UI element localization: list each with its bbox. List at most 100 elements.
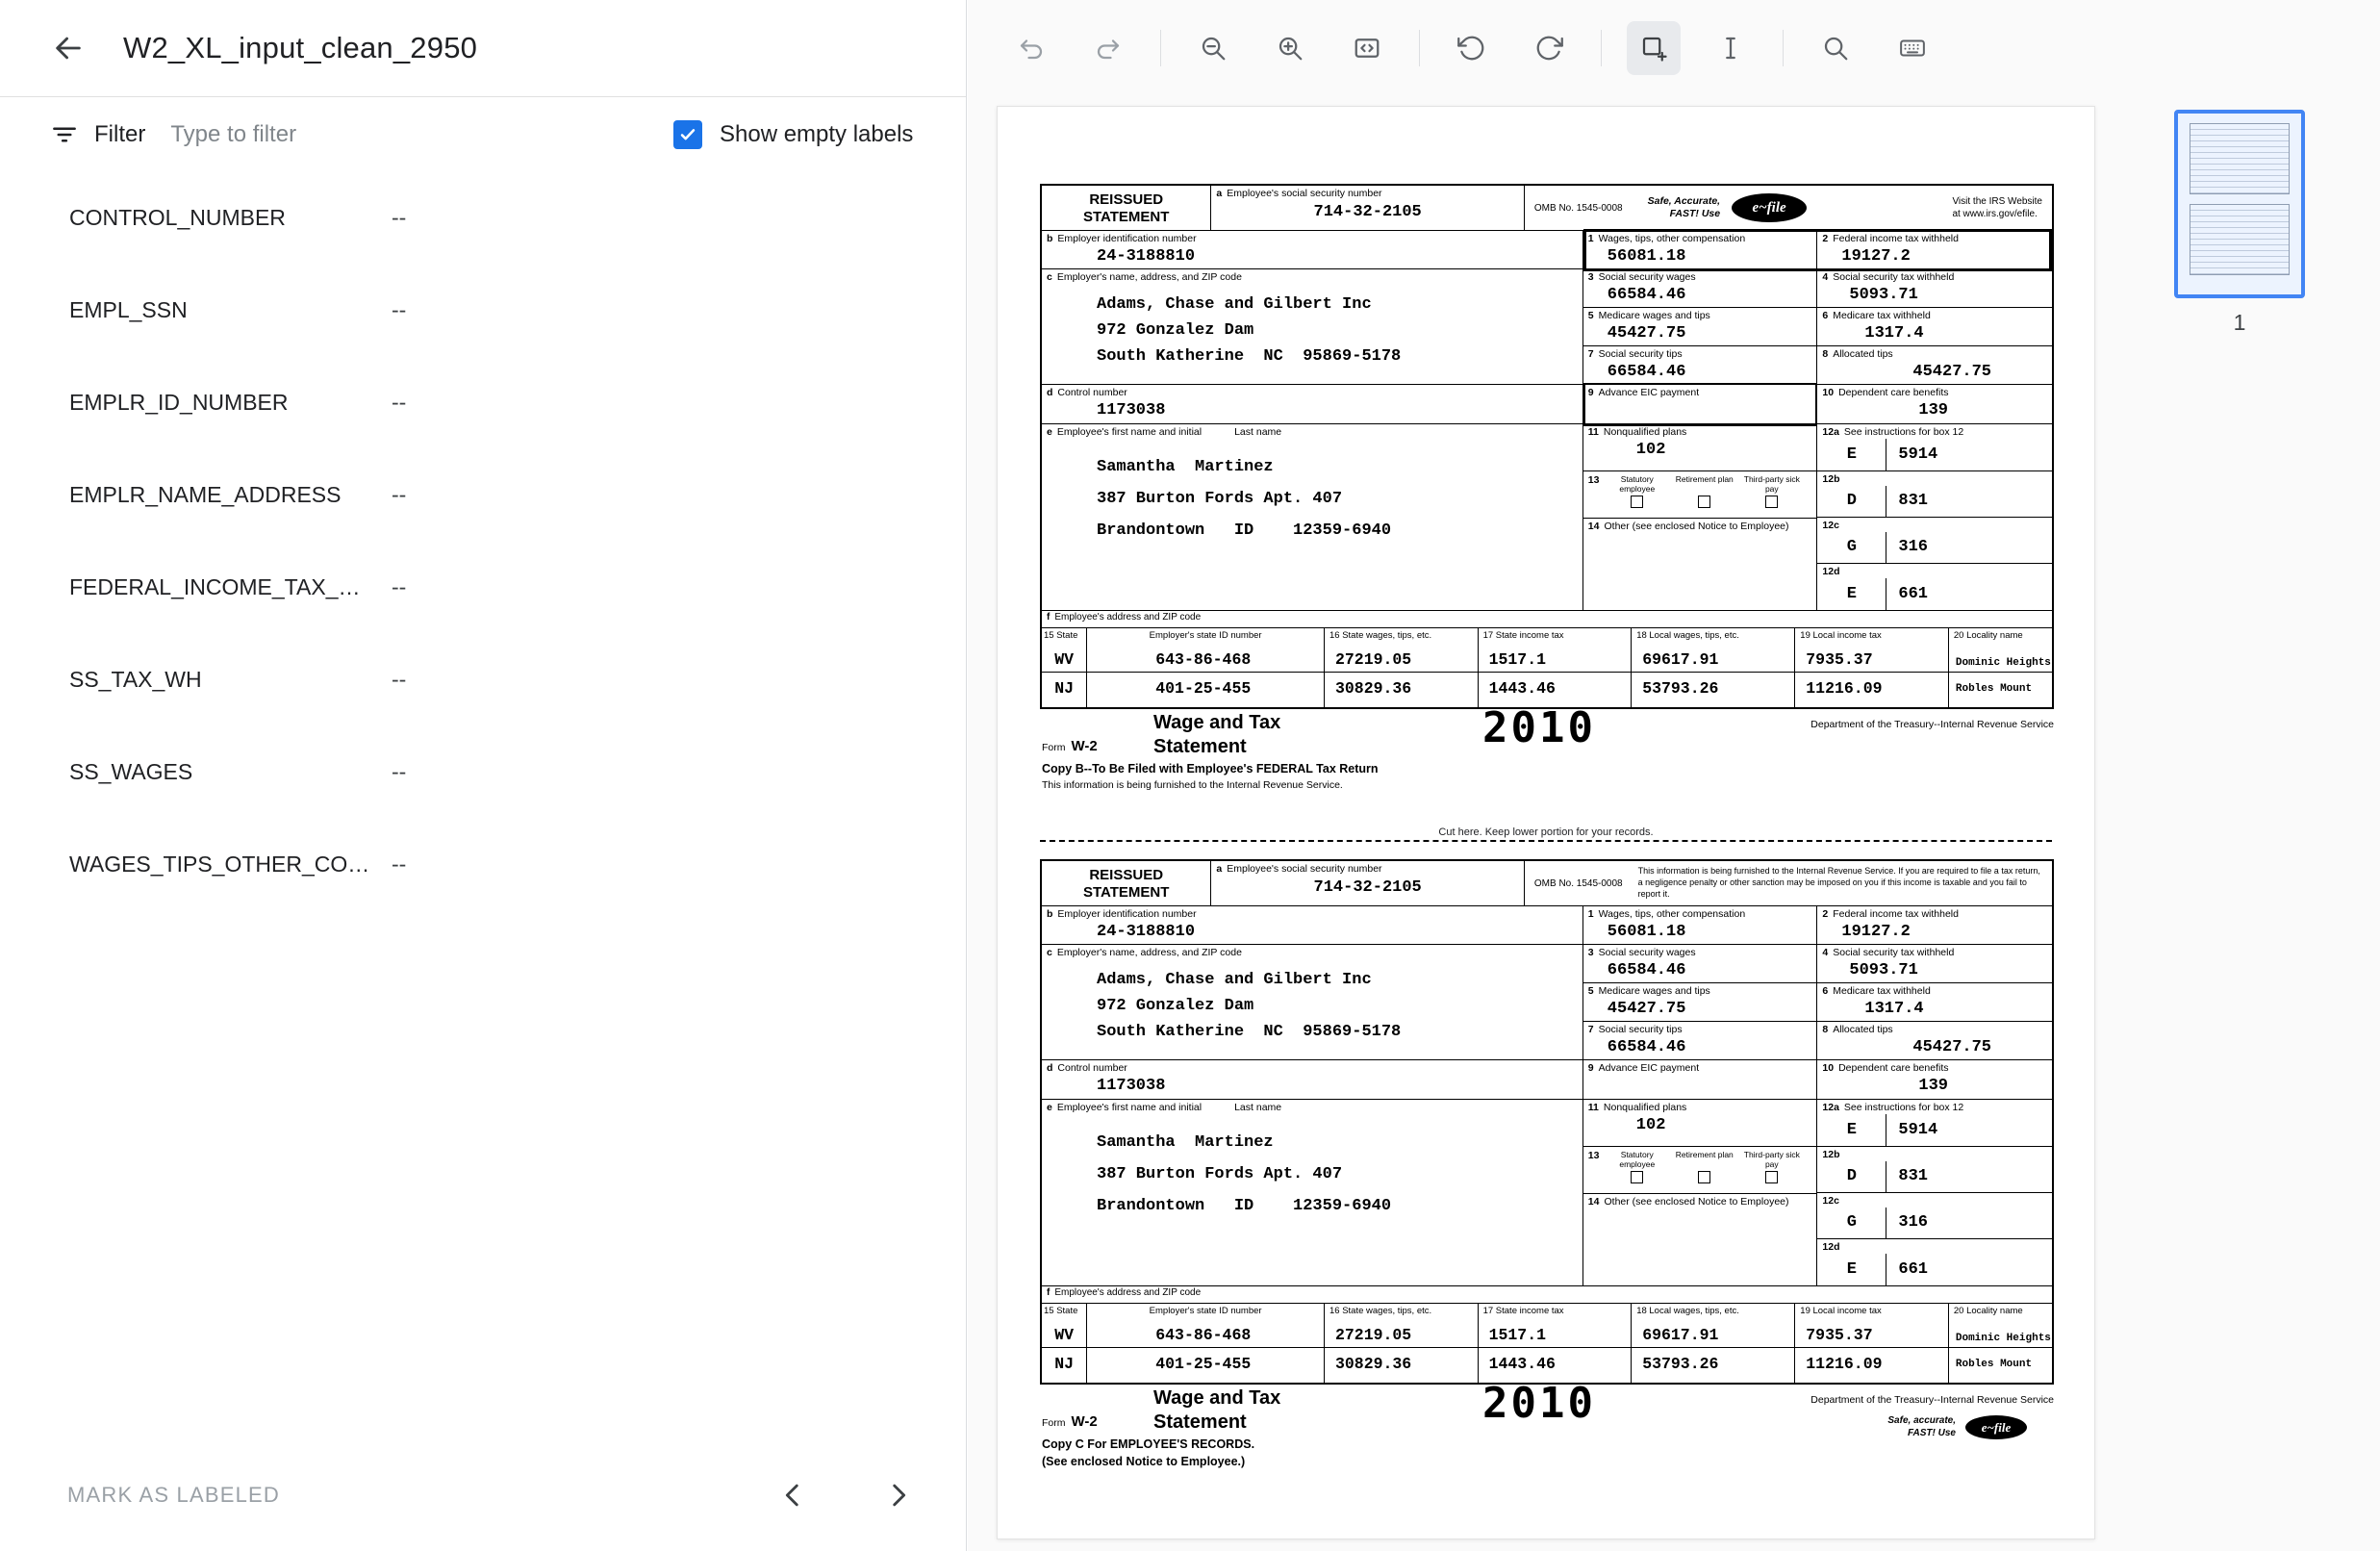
w2-box-13: 13 Statutory employee Retirement plan Th…	[1583, 1147, 1818, 1194]
w2-box-5: 5Medicare wages and tips 45427.75	[1583, 983, 1818, 1022]
w2-box-10: 10Dependent care benefits 139	[1817, 1060, 2052, 1100]
w2-box-17: 17 State income tax 1517.1	[1479, 1304, 1633, 1348]
w2-box-19: 19 Local income tax 7935.37	[1795, 628, 1949, 673]
box5-value: 45427.75	[1588, 324, 1812, 343]
label-list-item[interactable]: WAGES_TIPS_OTHER_CO… --	[0, 818, 966, 910]
add-bounding-box-button[interactable]	[1627, 21, 1681, 75]
w2-box-14: 14Other (see enclosed Notice to Employee…	[1583, 1194, 1818, 1286]
employee-name: Samantha Martinez	[1047, 1128, 1578, 1157]
label-list-item[interactable]: CONTROL_NUMBER --	[0, 171, 966, 264]
w2-box-11: 11Nonqualified plans 102	[1583, 424, 1818, 471]
show-empty-labels-toggle[interactable]: Show empty labels	[673, 120, 913, 149]
arrow-back-icon	[52, 32, 85, 64]
label-name: EMPL_SSN	[69, 297, 392, 323]
w2-box-12b: 12b D831	[1817, 471, 2052, 518]
tax-year: 2010	[1482, 703, 1596, 752]
zoom-in-button[interactable]	[1263, 21, 1317, 75]
w2-header-right: OMB No. 1545-0008 This information is be…	[1525, 861, 2052, 906]
w2-box-15-state-id: Employer's state ID number 643-86-468	[1087, 628, 1325, 673]
box12c-value: 316	[1886, 532, 1928, 563]
employee-city: Brandontown ID 12359-6940	[1047, 516, 1578, 546]
copy-note: This information is being furnished to t…	[1042, 779, 1343, 791]
retirement-plan-checkbox	[1698, 1171, 1710, 1183]
third-party-sick-pay-checkbox	[1765, 496, 1778, 508]
page-thumbnail-1[interactable]	[2174, 110, 2305, 298]
w2-box-8: 8Allocated tips 45427.75	[1817, 346, 2052, 385]
search-button[interactable]	[1809, 21, 1862, 75]
tax-year: 2010	[1482, 1379, 1596, 1428]
w2-box-1: 1Wages, tips, other compensation 56081.1…	[1583, 231, 1818, 269]
copy-designation: Copy C For EMPLOYEE'S RECORDS.	[1042, 1437, 1254, 1451]
w2-box-e-employee: eEmployee's first name and initial Last …	[1042, 1100, 1583, 1286]
filter-label: Filter	[94, 121, 145, 148]
w2-header-right: OMB No. 1545-0008 Safe, Accurate, FAST! …	[1525, 186, 2052, 231]
add-bounding-box-icon	[1639, 34, 1668, 63]
w2-box-20: 20 Locality name Dominic Heights	[1949, 628, 2052, 673]
control-number-value: 1173038	[1047, 1077, 1578, 1096]
mark-as-labeled-button[interactable]: MARK AS LABELED	[67, 1483, 280, 1508]
w2-box-12c: 12c G316	[1817, 518, 2052, 564]
keyboard-button[interactable]	[1886, 21, 1939, 75]
label-list-item[interactable]: EMPL_SSN --	[0, 264, 966, 356]
box11-value: 102	[1588, 1116, 1812, 1135]
label-list: CONTROL_NUMBER -- EMPL_SSN -- EMPLR_ID_N…	[0, 171, 966, 1439]
panel-footer: MARK AS LABELED	[0, 1439, 965, 1551]
w2-box-10: 10Dependent care benefits 139	[1817, 385, 2052, 424]
box6-value: 1317.4	[1822, 1000, 2047, 1019]
undo-button[interactable]	[1004, 21, 1058, 75]
document-canvas[interactable]: REISSUED STATEMENT aEmployee's social se…	[997, 106, 2095, 1539]
label-list-item[interactable]: EMPLR_ID_NUMBER --	[0, 356, 966, 448]
w2-box-b-ein: bEmployer identification number 24-31888…	[1042, 906, 1583, 945]
rotate-right-button[interactable]	[1522, 21, 1576, 75]
treasury-line: Department of the Treasury--Internal Rev…	[1810, 719, 2054, 730]
box3-value: 66584.46	[1588, 286, 1812, 305]
code-region-button[interactable]	[1340, 21, 1394, 75]
label-name: FEDERAL_INCOME_TAX_…	[69, 574, 392, 600]
redo-button[interactable]	[1081, 21, 1135, 75]
label-value: --	[392, 390, 406, 416]
labels-panel: W2_XL_input_clean_2950 Filter Show empty…	[0, 0, 967, 1551]
w2-footer: FormW-2 Wage and Tax Statement 2010 Depa…	[1040, 1385, 2054, 1477]
form-title: Wage and Tax Statement	[1153, 711, 1280, 759]
rotate-left-button[interactable]	[1445, 21, 1499, 75]
employer-name: Adams, Chase and Gilbert Inc	[1047, 967, 1578, 993]
keyboard-icon	[1898, 34, 1927, 63]
w2-box-f-address: fEmployee's address and ZIP code	[1042, 1286, 2052, 1304]
label-name: EMPLR_ID_NUMBER	[69, 390, 392, 416]
text-cursor-button[interactable]	[1704, 21, 1758, 75]
w2-box-d-control-number: dControl number 1173038	[1042, 1060, 1583, 1100]
omb-number: OMB No. 1545-0008	[1534, 203, 1623, 214]
label-value: --	[392, 574, 406, 600]
employee-name: Samantha Martinez	[1047, 452, 1578, 482]
reissued-line: STATEMENT	[1083, 884, 1169, 902]
box4-value: 5093.71	[1822, 961, 2047, 980]
filter-input[interactable]	[170, 121, 488, 148]
app-root: W2_XL_input_clean_2950 Filter Show empty…	[0, 0, 2380, 1551]
label-list-item[interactable]: SS_WAGES --	[0, 725, 966, 818]
employee-street: 387 Burton Fords Apt. 407	[1047, 1159, 1578, 1189]
w2-box-18: 18 Local wages, tips, etc. 69617.91	[1632, 1304, 1795, 1348]
w2-box-18: 18 Local wages, tips, etc. 69617.91	[1632, 628, 1795, 673]
show-empty-labels-checkbox[interactable]	[673, 120, 702, 149]
box8-value: 45427.75	[1822, 363, 2047, 382]
w2-box-6: 6Medicare tax withheld 1317.4	[1817, 983, 2052, 1022]
w2-box-2: 2Federal income tax withheld 19127.2	[1817, 906, 2052, 945]
zoom-out-button[interactable]	[1186, 21, 1240, 75]
label-list-item[interactable]: EMPLR_NAME_ADDRESS --	[0, 448, 966, 541]
thumbnail-form-block	[2190, 123, 2290, 194]
efile-logo-bottom: Safe, accurate, FAST! Use e~file	[1887, 1415, 2027, 1439]
label-list-item[interactable]: FEDERAL_INCOME_TAX_… --	[0, 541, 966, 633]
w2-footer: FormW-2 Wage and Tax Statement 2010 Depa…	[1040, 709, 2054, 801]
w2-box-15-state: 15 State WV	[1042, 628, 1087, 673]
w2-box-b-ein: bEmployer identification number 24-31888…	[1042, 231, 1583, 269]
next-page-button[interactable]	[876, 1473, 921, 1517]
w2-box-7: 7Social security tips 66584.46	[1583, 346, 1818, 385]
statutory-employee-checkbox	[1631, 1171, 1643, 1183]
reissued-statement-box: REISSUED STATEMENT	[1042, 186, 1211, 231]
previous-page-button[interactable]	[771, 1473, 815, 1517]
redo-icon	[1094, 34, 1123, 63]
w2-box-3: 3Social security wages 66584.46	[1583, 945, 1818, 983]
label-value: --	[392, 297, 406, 323]
back-button[interactable]	[46, 26, 90, 70]
label-list-item[interactable]: SS_TAX_WH --	[0, 633, 966, 725]
